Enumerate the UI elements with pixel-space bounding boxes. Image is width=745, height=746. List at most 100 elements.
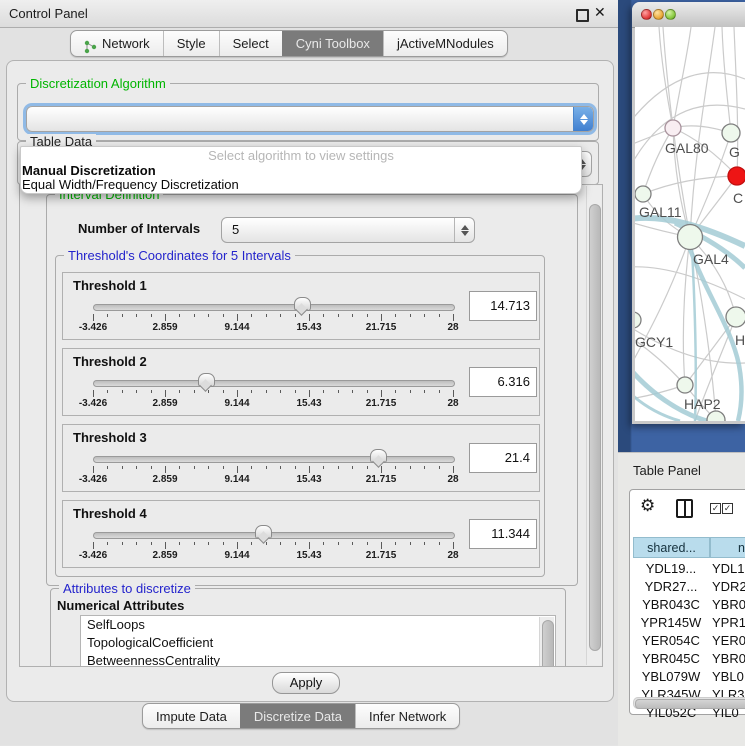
- node-partial-bottom[interactable]: [707, 411, 725, 421]
- network-graph: GAL80 G C GAL11 GAL4 GCY1 H HAP2: [635, 27, 745, 421]
- tab-impute-data[interactable]: Impute Data: [143, 704, 240, 728]
- tick-labels: -3.4262.8599.14415.4321.71528: [93, 474, 453, 486]
- list-item[interactable]: TopologicalCoefficient: [81, 634, 555, 652]
- table-horizontal-scrollbar[interactable]: [633, 697, 745, 709]
- apply-button[interactable]: Apply: [272, 672, 340, 694]
- node-partial-g[interactable]: [722, 124, 740, 142]
- mac-close-icon[interactable]: [641, 9, 652, 20]
- threshold-4-slider-handle[interactable]: [255, 525, 272, 539]
- control-panel-titlebar: Control Panel ✕: [0, 0, 618, 28]
- settings-vertical-scrollbar[interactable]: [586, 186, 601, 665]
- algorithm-dropdown-popup: Select algorithm to view settings Manual…: [20, 146, 582, 194]
- numerical-attributes-label: Numerical Attributes: [57, 598, 184, 613]
- gear-icon[interactable]: ⚙: [640, 496, 655, 516]
- tab-jactivemnodules-label: jActiveMNodules: [397, 31, 494, 56]
- numerical-attributes-list: SelfLoops TopologicalCoefficient Between…: [80, 615, 556, 667]
- scrollbar-thumb[interactable]: [542, 620, 554, 667]
- table-row[interactable]: YDL19...YDL1: [630, 560, 745, 578]
- mac-minimize-icon[interactable]: [653, 9, 664, 20]
- network-window-titlebar[interactable]: [632, 2, 745, 28]
- threshold-4-slider-track[interactable]: [93, 532, 455, 539]
- dropdown-arrows-icon[interactable]: [573, 107, 593, 131]
- node-h[interactable]: [726, 307, 745, 327]
- algorithm-combobox[interactable]: [26, 106, 594, 132]
- tick-labels: -3.4262.8599.14415.4321.71528: [93, 550, 453, 562]
- node-gcy1[interactable]: [635, 312, 641, 328]
- tab-network[interactable]: Network: [71, 31, 163, 56]
- settings-scrollpane: Interval Definition Number of Intervals …: [19, 184, 603, 667]
- checkbox-icon[interactable]: ✓: [722, 503, 733, 514]
- list-vertical-scrollbar[interactable]: [539, 617, 554, 667]
- checkbox-icon[interactable]: ✓: [710, 503, 721, 514]
- cell: YBR0: [712, 596, 745, 614]
- list-item[interactable]: BetweennessCentrality: [81, 652, 555, 667]
- threshold-2-slider-handle[interactable]: [198, 373, 215, 387]
- threshold-1-slider-handle[interactable]: [294, 297, 311, 311]
- number-of-intervals-combobox[interactable]: 5: [221, 217, 475, 243]
- tab-cyni-toolbox-label: Cyni Toolbox: [296, 31, 370, 56]
- cell: YPR145W: [633, 614, 709, 632]
- tab-style[interactable]: Style: [163, 31, 219, 56]
- tab-discretize-data[interactable]: Discretize Data: [240, 704, 355, 728]
- threshold-4-label: Threshold 4: [73, 506, 147, 521]
- scrollbar-thumb[interactable]: [635, 699, 745, 709]
- threshold-2-row: Threshold 2 -3.4262.8599.14415.4321.7152…: [62, 348, 540, 416]
- threshold-3-slider-handle[interactable]: [370, 449, 387, 463]
- tab-impute-data-label: Impute Data: [156, 705, 227, 728]
- network-canvas[interactable]: GAL80 G C GAL11 GAL4 GCY1 H HAP2: [635, 27, 745, 421]
- tab-jactivemnodules[interactable]: jActiveMNodules: [383, 31, 507, 56]
- float-window-icon[interactable]: [576, 9, 589, 22]
- close-icon[interactable]: ✕: [594, 4, 606, 21]
- threshold-1-slider-track[interactable]: [93, 304, 455, 311]
- scrollbar-thumb[interactable]: [589, 204, 601, 651]
- column-header-name[interactable]: na: [710, 537, 745, 558]
- threshold-3-slider-track[interactable]: [93, 456, 455, 463]
- node-gal4[interactable]: [678, 225, 703, 250]
- label-g-partial: G: [729, 144, 740, 160]
- table-row[interactable]: YBR045CYBR0: [630, 650, 745, 668]
- node-hap2[interactable]: [677, 377, 693, 393]
- threshold-2-slider-track[interactable]: [93, 380, 455, 387]
- node-gal80[interactable]: [665, 120, 681, 136]
- cell: YBL079W: [633, 668, 709, 686]
- tab-select-label: Select: [233, 31, 269, 56]
- mac-zoom-icon[interactable]: [665, 9, 676, 20]
- panel-title: Control Panel: [9, 0, 88, 27]
- table-row[interactable]: YDR27...YDR2: [630, 578, 745, 596]
- list-item[interactable]: SelfLoops: [81, 616, 555, 634]
- tab-infer-network-label: Infer Network: [369, 705, 446, 728]
- top-tab-bar: Network Style Select Cyni Toolbox jActiv…: [70, 30, 508, 57]
- table-row[interactable]: YER054CYER0: [630, 632, 745, 650]
- cell: YDR2: [712, 578, 745, 596]
- table-row[interactable]: YPR145WYPR1: [630, 614, 745, 632]
- algorithm-option-equal-width[interactable]: Equal Width/Frequency Discretization: [21, 178, 581, 192]
- threshold-1-value-field[interactable]: 14.713: [469, 291, 537, 321]
- tab-infer-network[interactable]: Infer Network: [355, 704, 459, 728]
- network-tab-icon: [84, 37, 97, 51]
- node-gal11[interactable]: [635, 186, 651, 202]
- attributes-group-title: Attributes to discretize: [59, 581, 195, 596]
- table-card: ⚙ ✓ ✓ shared... na YDL19...YDL1 YDR27...…: [629, 489, 745, 715]
- dropdown-arrows-icon[interactable]: [454, 218, 474, 242]
- split-view-icon[interactable]: [676, 499, 693, 518]
- tab-cyni-toolbox[interactable]: Cyni Toolbox: [282, 31, 383, 56]
- node-red-selected[interactable]: [728, 167, 745, 185]
- label-gal4: GAL4: [693, 251, 729, 267]
- column-header-shared-name[interactable]: shared...: [633, 537, 710, 558]
- table-row[interactable]: YBR043CYBR0: [630, 596, 745, 614]
- algorithm-option-manual[interactable]: Manual Discretization: [21, 164, 581, 178]
- number-of-intervals-label: Number of Intervals: [78, 221, 200, 236]
- threshold-2-value-field[interactable]: 6.316: [469, 367, 537, 397]
- label-hap2: HAP2: [684, 396, 721, 412]
- cell: YDL1: [712, 560, 745, 578]
- table-row[interactable]: YBL079WYBL0: [630, 668, 745, 686]
- threshold-3-value-field[interactable]: 21.4: [469, 443, 537, 473]
- threshold-1-label: Threshold 1: [73, 278, 147, 293]
- threshold-3-label: Threshold 3: [73, 430, 147, 445]
- threshold-4-value-field[interactable]: 11.344: [469, 519, 537, 549]
- tick-labels: -3.4262.8599.14415.4321.71528: [93, 398, 453, 410]
- threshold-1-row: Threshold 1 -3.4262.8599.14415.4321.7152…: [62, 272, 540, 340]
- cell: YBR043C: [633, 596, 709, 614]
- bottom-tab-bar: Impute Data Discretize Data Infer Networ…: [142, 703, 460, 729]
- tab-select[interactable]: Select: [219, 31, 282, 56]
